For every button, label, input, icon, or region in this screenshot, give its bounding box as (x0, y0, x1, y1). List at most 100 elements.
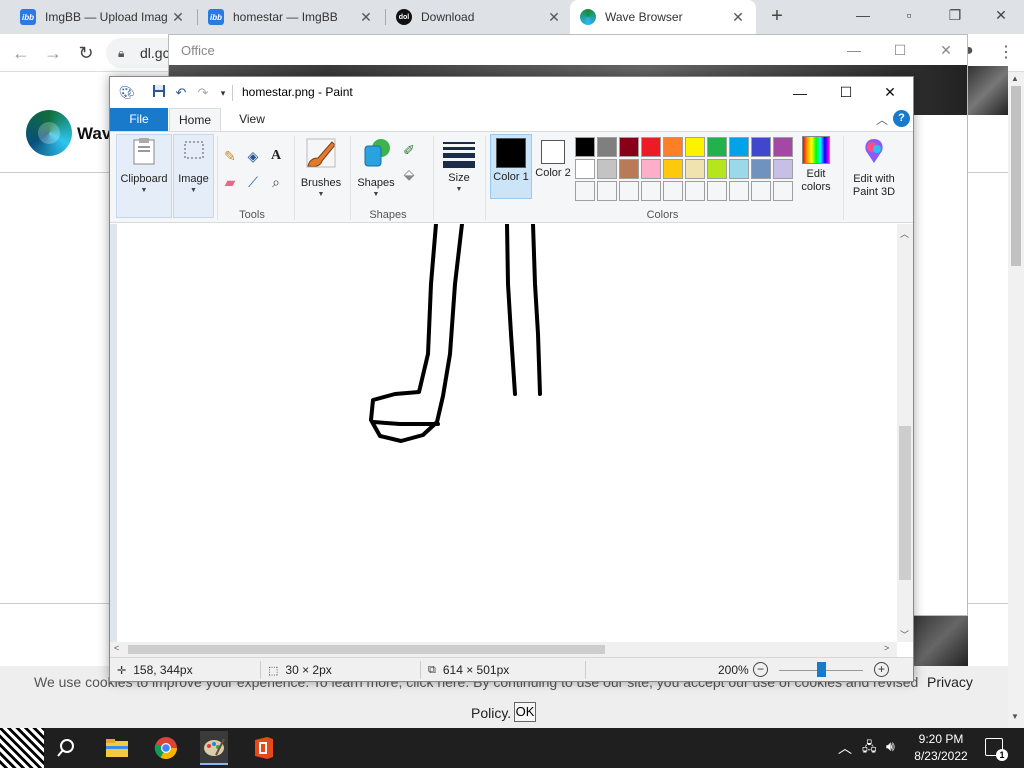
paint-minimize-icon[interactable]: — (777, 77, 823, 108)
office-close-icon[interactable]: ✕ (931, 39, 961, 61)
paint-taskbar-icon[interactable] (200, 731, 228, 765)
page-scroll-thumb[interactable] (1011, 86, 1021, 266)
paint-maximize-icon[interactable]: ☐ (823, 77, 869, 108)
palette-swatch[interactable] (751, 159, 771, 179)
palette-swatch[interactable] (597, 159, 617, 179)
scroll-left-icon[interactable]: < (114, 643, 119, 653)
custom-color-slot[interactable] (663, 181, 683, 201)
close-tab-icon[interactable]: ✕ (730, 9, 746, 26)
paint-app-icon[interactable]: 🎨︎ (118, 84, 136, 102)
custom-color-slot[interactable] (685, 181, 705, 201)
palette-swatch[interactable] (619, 159, 639, 179)
chrome-icon[interactable] (152, 734, 180, 762)
color1-button[interactable]: Color 1 (490, 134, 532, 199)
image-group[interactable]: Image ▼ (173, 136, 214, 194)
color2-button[interactable]: Color 2 (532, 134, 574, 199)
browser-minimize-icon[interactable]: — (840, 0, 886, 30)
customize-toolbar-icon[interactable]: ▾ (214, 84, 232, 102)
palette-swatch[interactable] (707, 137, 727, 157)
notification-center-icon[interactable]: 1 (985, 738, 1008, 761)
save-icon[interactable] (150, 84, 168, 102)
palette-swatch[interactable] (641, 159, 661, 179)
palette-swatch[interactable] (685, 159, 705, 179)
undo-icon[interactable]: ↶ (172, 84, 190, 102)
custom-color-slot[interactable] (619, 181, 639, 201)
palette-swatch[interactable] (619, 137, 639, 157)
palette-swatch[interactable] (773, 137, 793, 157)
palette-swatch[interactable] (597, 137, 617, 157)
horizontal-scroll-thumb[interactable] (128, 645, 605, 654)
palette-swatch[interactable] (751, 137, 771, 157)
office-maximize-icon[interactable]: ☐ (885, 39, 915, 61)
browser-menu-icon[interactable]: ⋮ (998, 42, 1014, 62)
palette-swatch[interactable] (575, 159, 595, 179)
start-button[interactable] (0, 728, 44, 768)
policy-link[interactable]: Policy. (471, 705, 511, 721)
zoom-in-icon[interactable]: + (874, 662, 889, 677)
eraser-icon[interactable]: ▰ (220, 172, 240, 192)
scroll-down-icon[interactable]: ﹀ (900, 628, 909, 641)
fill-icon[interactable]: ⬙ (399, 164, 419, 184)
system-clock[interactable]: 9:20 PM 8/23/2022 (912, 731, 970, 765)
collapse-ribbon-icon[interactable]: ︿ (876, 111, 888, 128)
tab-wave-browser[interactable]: Wave Browser ✕ (570, 0, 756, 34)
palette-swatch[interactable] (773, 159, 793, 179)
edit-with-paint3d-button[interactable]: Edit with Paint 3D (846, 136, 902, 199)
office-minimize-icon[interactable]: — (839, 39, 869, 61)
fill-bucket-icon[interactable]: ◈ (243, 146, 263, 166)
custom-color-slot[interactable] (751, 181, 771, 201)
canvas-horizontal-scrollbar[interactable]: < > (110, 642, 897, 657)
close-tab-icon[interactable]: ✕ (358, 9, 374, 26)
color-picker-icon[interactable]: ⟋ (243, 172, 263, 192)
scroll-up-icon[interactable]: ▲ (1011, 74, 1019, 83)
tab-file[interactable]: File (110, 108, 168, 131)
text-tool-icon[interactable]: A (266, 146, 286, 166)
browser-maximize-icon[interactable]: ▫ (886, 0, 932, 30)
edit-colors-button[interactable]: Edit colors (794, 136, 838, 194)
palette-swatch[interactable] (729, 137, 749, 157)
size-button[interactable]: Size ▼ (438, 136, 480, 193)
shapes-button[interactable]: Shapes ▼ (354, 136, 398, 198)
scroll-down-icon[interactable]: ▼ (1011, 712, 1019, 721)
redo-icon[interactable]: ↷ (194, 84, 212, 102)
custom-color-slot[interactable] (641, 181, 661, 201)
network-icon[interactable]: 🖧︎ (862, 738, 877, 760)
browser-restore-icon[interactable]: ❐ (932, 0, 978, 30)
custom-color-slot[interactable] (597, 181, 617, 201)
palette-swatch[interactable] (663, 137, 683, 157)
tab-imgbb-upload[interactable]: ibb ImgBB — Upload Imag ✕ (10, 0, 196, 34)
zoom-slider-thumb[interactable] (817, 662, 826, 677)
outline-icon[interactable]: ✐ (399, 140, 419, 160)
show-hidden-icons[interactable]: ︿ (838, 738, 852, 758)
cookie-ok-button[interactable]: OK (514, 702, 536, 722)
custom-color-slot[interactable] (707, 181, 727, 201)
browser-close-icon[interactable]: ✕ (978, 0, 1024, 30)
clipboard-group[interactable]: Clipboard ▼ (116, 136, 172, 194)
close-tab-icon[interactable]: ✕ (546, 9, 562, 26)
palette-swatch[interactable] (707, 159, 727, 179)
vertical-scroll-thumb[interactable] (899, 426, 911, 580)
reload-icon[interactable]: ↻ (75, 42, 97, 64)
canvas-vertical-scrollbar[interactable]: ︿ ﹀ (897, 224, 913, 642)
magnifier-icon[interactable]: ⌕ (266, 172, 286, 192)
palette-swatch[interactable] (663, 159, 683, 179)
pencil-icon[interactable]: ✎ (220, 146, 240, 166)
new-tab-button[interactable]: + (766, 6, 788, 28)
tab-download[interactable]: dol Download ✕ (386, 0, 572, 34)
scroll-up-icon[interactable]: ︿ (900, 227, 909, 240)
forward-arrow-icon[interactable]: → (42, 42, 64, 64)
page-scrollbar[interactable]: ▲ ▼ (1008, 72, 1024, 728)
custom-color-slot[interactable] (773, 181, 793, 201)
brushes-button[interactable]: Brushes ▼ (298, 136, 344, 198)
zoom-out-icon[interactable]: − (753, 662, 768, 677)
back-arrow-icon[interactable]: ← (10, 42, 32, 64)
scroll-right-icon[interactable]: > (884, 643, 889, 653)
office-taskbar-icon[interactable] (250, 734, 278, 762)
privacy-link[interactable]: Privacy (927, 674, 973, 690)
tab-home[interactable]: Home (169, 108, 221, 131)
paint-close-icon[interactable]: ✕ (867, 77, 913, 108)
tab-homestar-imgbb[interactable]: ibb homestar — ImgBB ✕ (198, 0, 384, 34)
drawing-canvas[interactable] (110, 224, 897, 642)
volume-icon[interactable]: 🔊︎ (886, 738, 895, 755)
custom-color-slot[interactable] (729, 181, 749, 201)
